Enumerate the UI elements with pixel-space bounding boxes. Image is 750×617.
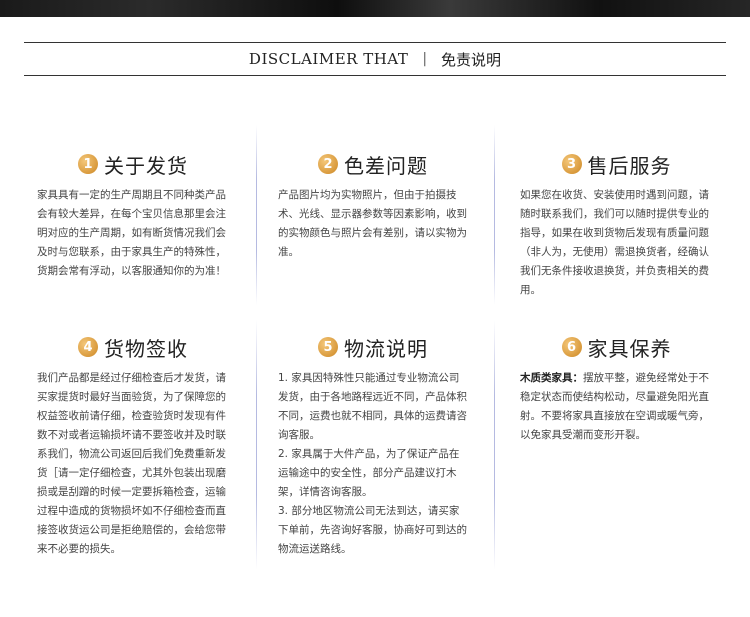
column-divider bbox=[256, 320, 257, 570]
section-title-text: 货物签收 bbox=[104, 336, 188, 361]
section-logistics: 5 物流说明 1. 家具因特殊性只能通过专业物流公司发货，由于各地路程远近不同，… bbox=[278, 333, 468, 559]
section-body: 1. 家具因特殊性只能通过专业物流公司发货，由于各地路程远近不同，产品体积不同，… bbox=[278, 369, 468, 559]
section-title-text: 色差问题 bbox=[344, 153, 428, 178]
number-badge-icon: 1 bbox=[78, 154, 98, 174]
section-title: 1 关于发货 bbox=[37, 150, 229, 178]
column-divider bbox=[494, 125, 495, 305]
section-title: 4 货物签收 bbox=[37, 333, 229, 361]
column-divider bbox=[494, 320, 495, 570]
section-title-text: 物流说明 bbox=[344, 336, 428, 361]
section-body: 如果您在收货、安装使用时遇到问题，请随时联系我们，我们可以随时提供专业的指导，如… bbox=[520, 186, 713, 300]
section-body: 家具具有一定的生产周期且不同种类产品会有较大差异，在每个宝贝信息那里会注明对应的… bbox=[37, 186, 229, 281]
section-receipt: 4 货物签收 我们产品都是经过仔细检查后才发货，请买家提货时最好当面验货，为了保… bbox=[37, 333, 229, 559]
section-after-sales: 3 售后服务 如果您在收货、安装使用时遇到问题，请随时联系我们，我们可以随时提供… bbox=[520, 150, 713, 300]
number-badge-icon: 6 bbox=[561, 337, 582, 357]
section-title-text: 关于发货 bbox=[104, 153, 188, 178]
section-header: DISCLAIMER THAT | 免责说明 bbox=[0, 46, 750, 72]
wood-furniture-label: 木质类家具： bbox=[520, 372, 583, 384]
section-paragraph: 如果您在收货、安装使用时遇到问题，请随时联系我们，我们可以随时提供专业的指导，如… bbox=[520, 189, 709, 296]
logistics-item: 2. 家具属于大件产品，为了保证产品在运输途中的安全性，部分产品建议打木架，详情… bbox=[278, 448, 460, 498]
section-paragraph: 木质类家具：摆放平整，避免经常处于不稳定状态而使结构松动，尽量避免阳光直射。不要… bbox=[520, 369, 713, 445]
logistics-item: 3. 部分地区物流公司无法到达，请买家下单前，先咨询好客服，协商好可到达的物流运… bbox=[278, 505, 467, 555]
number-badge-icon: 3 bbox=[561, 154, 582, 174]
header-top-rule bbox=[24, 42, 726, 43]
header-bottom-rule bbox=[24, 75, 726, 76]
section-body: 产品图片均为实物照片，但由于拍摄技术、光线、显示器参数等因素影响，收到的实物颜色… bbox=[278, 186, 468, 262]
header-english-title: DISCLAIMER THAT bbox=[248, 50, 409, 68]
section-title: 3 售后服务 bbox=[520, 150, 713, 178]
section-maintenance: 6 家具保养 木质类家具：摆放平整，避免经常处于不稳定状态而使结构松动，尽量避免… bbox=[520, 333, 713, 445]
section-paragraph: 家具具有一定的生产周期且不同种类产品会有较大差异，在每个宝贝信息那里会注明对应的… bbox=[37, 189, 226, 277]
section-title-text: 家具保养 bbox=[587, 336, 672, 361]
logistics-item: 1. 家具因特殊性只能通过专业物流公司发货，由于各地路程远近不同，产品体积不同，… bbox=[278, 372, 467, 441]
section-title: 2 色差问题 bbox=[278, 150, 468, 178]
number-badge-icon: 4 bbox=[78, 337, 98, 357]
section-title: 6 家具保养 bbox=[520, 333, 713, 361]
section-body: 我们产品都是经过仔细检查后才发货，请买家提货时最好当面验货，为了保障您的权益签收… bbox=[37, 369, 229, 559]
number-badge-icon: 2 bbox=[318, 154, 338, 174]
section-title: 5 物流说明 bbox=[278, 333, 468, 361]
section-title-text: 售后服务 bbox=[587, 153, 672, 178]
section-body: 木质类家具：摆放平整，避免经常处于不稳定状态而使结构松动，尽量避免阳光直射。不要… bbox=[520, 369, 713, 445]
section-paragraph: 产品图片均为实物照片，但由于拍摄技术、光线、显示器参数等因素影响，收到的实物颜色… bbox=[278, 189, 467, 258]
header-separator: | bbox=[422, 51, 428, 67]
number-badge-icon: 5 bbox=[318, 337, 338, 357]
column-divider bbox=[256, 125, 257, 305]
section-color-difference: 2 色差问题 产品图片均为实物照片，但由于拍摄技术、光线、显示器参数等因素影响，… bbox=[278, 150, 468, 262]
section-shipping: 1 关于发货 家具具有一定的生产周期且不同种类产品会有较大差异，在每个宝贝信息那… bbox=[37, 150, 229, 281]
section-paragraph: 我们产品都是经过仔细检查后才发货，请买家提货时最好当面验货，为了保障您的权益签收… bbox=[37, 372, 226, 555]
header-chinese-title: 免责说明 bbox=[441, 50, 502, 69]
top-banner-image bbox=[0, 0, 750, 17]
